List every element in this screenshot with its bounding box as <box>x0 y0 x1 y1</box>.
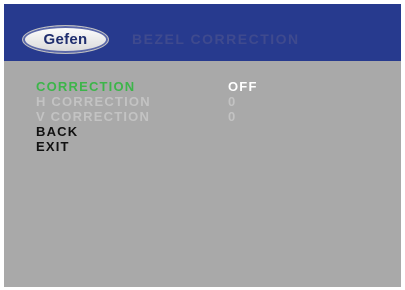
exit-label: EXIT <box>36 139 70 154</box>
correction-value[interactable]: OFF <box>228 79 258 94</box>
correction-label: CORRECTION <box>36 79 136 94</box>
h-correction-value[interactable]: 0 <box>228 94 236 109</box>
back-label: BACK <box>36 124 79 139</box>
osd-screen: Gefen BEZEL CORRECTION CORRECTION OFF H … <box>4 4 401 287</box>
gefen-logo: Gefen <box>22 25 109 54</box>
h-correction-label: H CORRECTION <box>36 94 151 109</box>
v-correction-value[interactable]: 0 <box>228 109 236 124</box>
v-correction-label: V CORRECTION <box>36 109 151 124</box>
logo-text: Gefen <box>43 31 88 48</box>
osd-header: Gefen BEZEL CORRECTION <box>4 4 401 61</box>
menu-title: BEZEL CORRECTION <box>132 31 300 47</box>
